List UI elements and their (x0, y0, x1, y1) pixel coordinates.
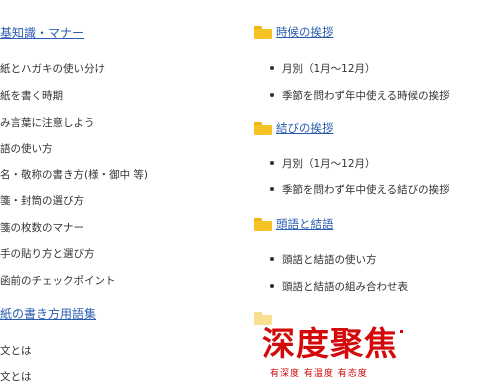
list-item[interactable]: 文とは (0, 343, 32, 358)
section-title-opening-closing-words[interactable]: 頭語と結語 (276, 216, 334, 232)
section-title-seasonal-greeting[interactable]: 時候の挨拶 (276, 24, 334, 40)
bullet-icon (270, 93, 274, 97)
list-item[interactable]: 手の貼り方と選び方 (0, 246, 95, 261)
bullet-icon (270, 66, 274, 70)
list-item[interactable]: 函前のチェックポイント (0, 273, 116, 288)
list-item[interactable]: 箋・封筒の選び方 (0, 193, 84, 208)
list-item[interactable]: み言葉に注意しよう (0, 115, 95, 130)
watermark-title: 深度聚焦 (262, 324, 398, 363)
bullet-icon (270, 161, 274, 165)
watermark-subtitle: 有深度 有温度 有态度 (270, 369, 368, 379)
list-item[interactable]: 名・敬称の書き方(様・御中 等) (0, 167, 148, 182)
bullet-icon (270, 187, 274, 191)
bullet-icon (270, 257, 274, 261)
folder-icon (254, 26, 272, 39)
section-title-basic-manners[interactable]: 基知識・マナー (0, 24, 84, 41)
folder-icon (254, 312, 272, 325)
list-item[interactable]: 文とは (0, 369, 32, 384)
list-item[interactable]: 紙とハガキの使い分け (0, 61, 105, 76)
list-item[interactable]: 語の使い方 (0, 141, 53, 156)
section-title-closing-greeting[interactable]: 結びの挨拶 (276, 120, 334, 136)
list-item[interactable]: 月別（1月〜12月） (270, 156, 376, 171)
folder-icon (254, 218, 272, 231)
list-item[interactable]: 季節を問わず年中使える時候の挨拶 (270, 88, 450, 103)
list-item[interactable]: 頭語と結語の使い方 (270, 252, 377, 267)
watermark-dot (400, 330, 403, 333)
bullet-icon (270, 284, 274, 288)
list-item[interactable]: 箋の枚数のマナー (0, 220, 84, 235)
section-title-glossary[interactable]: 紙の書き方用語集 (0, 305, 96, 322)
list-item[interactable]: 月別（1月〜12月） (270, 61, 376, 76)
list-item[interactable]: 紙を書く時期 (0, 88, 63, 103)
folder-icon (254, 122, 272, 135)
watermark-logo: 深度聚焦 有深度 有温度 有态度 (262, 326, 402, 388)
list-item[interactable]: 季節を問わず年中使える結びの挨拶 (270, 182, 450, 197)
list-item[interactable]: 頭語と結語の組み合わせ表 (270, 279, 408, 294)
